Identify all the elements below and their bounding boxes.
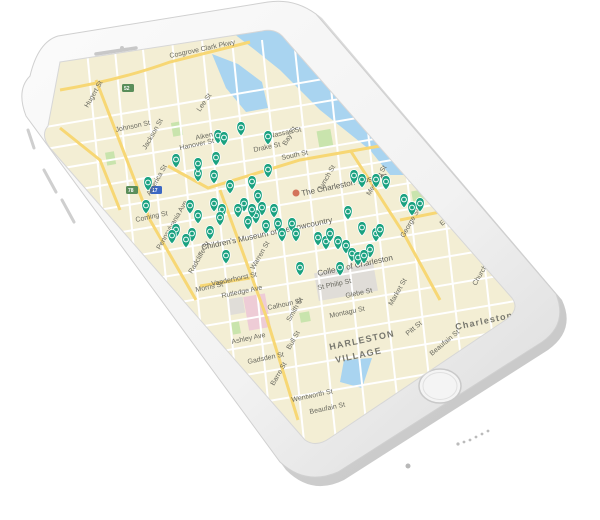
bottom-speaker [405,429,490,469]
sensor-dot [120,46,124,50]
phone-mockup-scene: 52 78 17 Cosgrove Clark Pkwy Hugert St L… [21,0,567,487]
route-badge-78: 78 [128,188,134,194]
route-badge-52: 52 [124,86,130,92]
